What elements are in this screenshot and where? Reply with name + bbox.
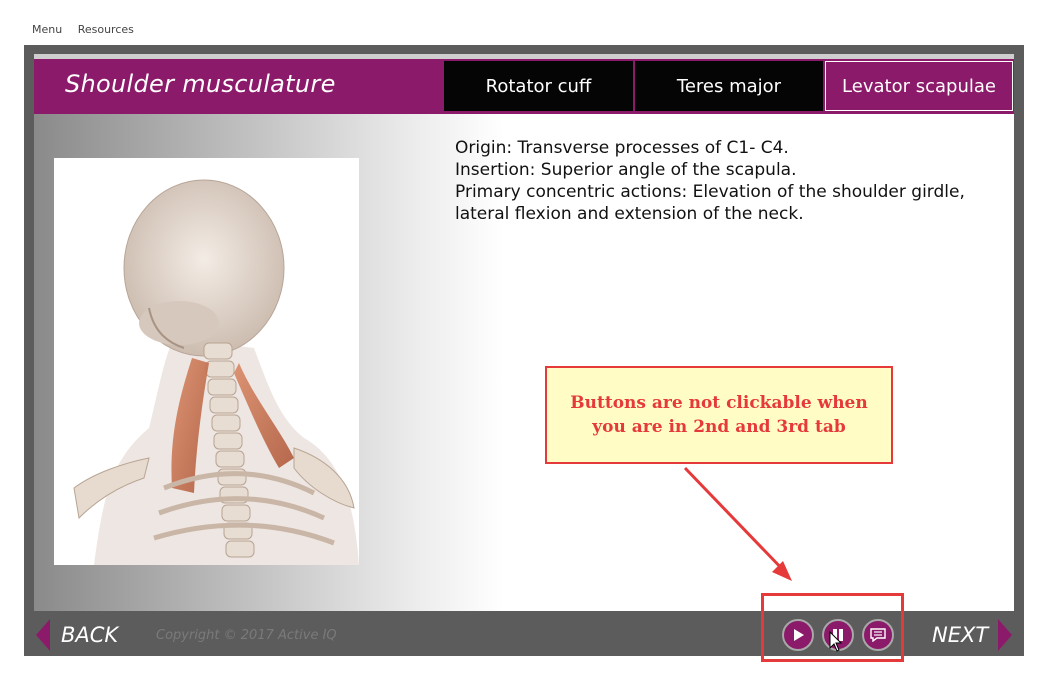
mouse-pointer-icon	[829, 630, 843, 657]
back-button[interactable]: BACK	[61, 623, 118, 647]
copyright-text: Copyright © 2017 Active IQ	[156, 628, 337, 643]
next-button[interactable]: NEXT	[932, 623, 988, 647]
back-arrow-icon[interactable]	[36, 619, 50, 651]
next-arrow-icon[interactable]	[998, 619, 1012, 651]
annotation-arrow	[683, 466, 792, 581]
